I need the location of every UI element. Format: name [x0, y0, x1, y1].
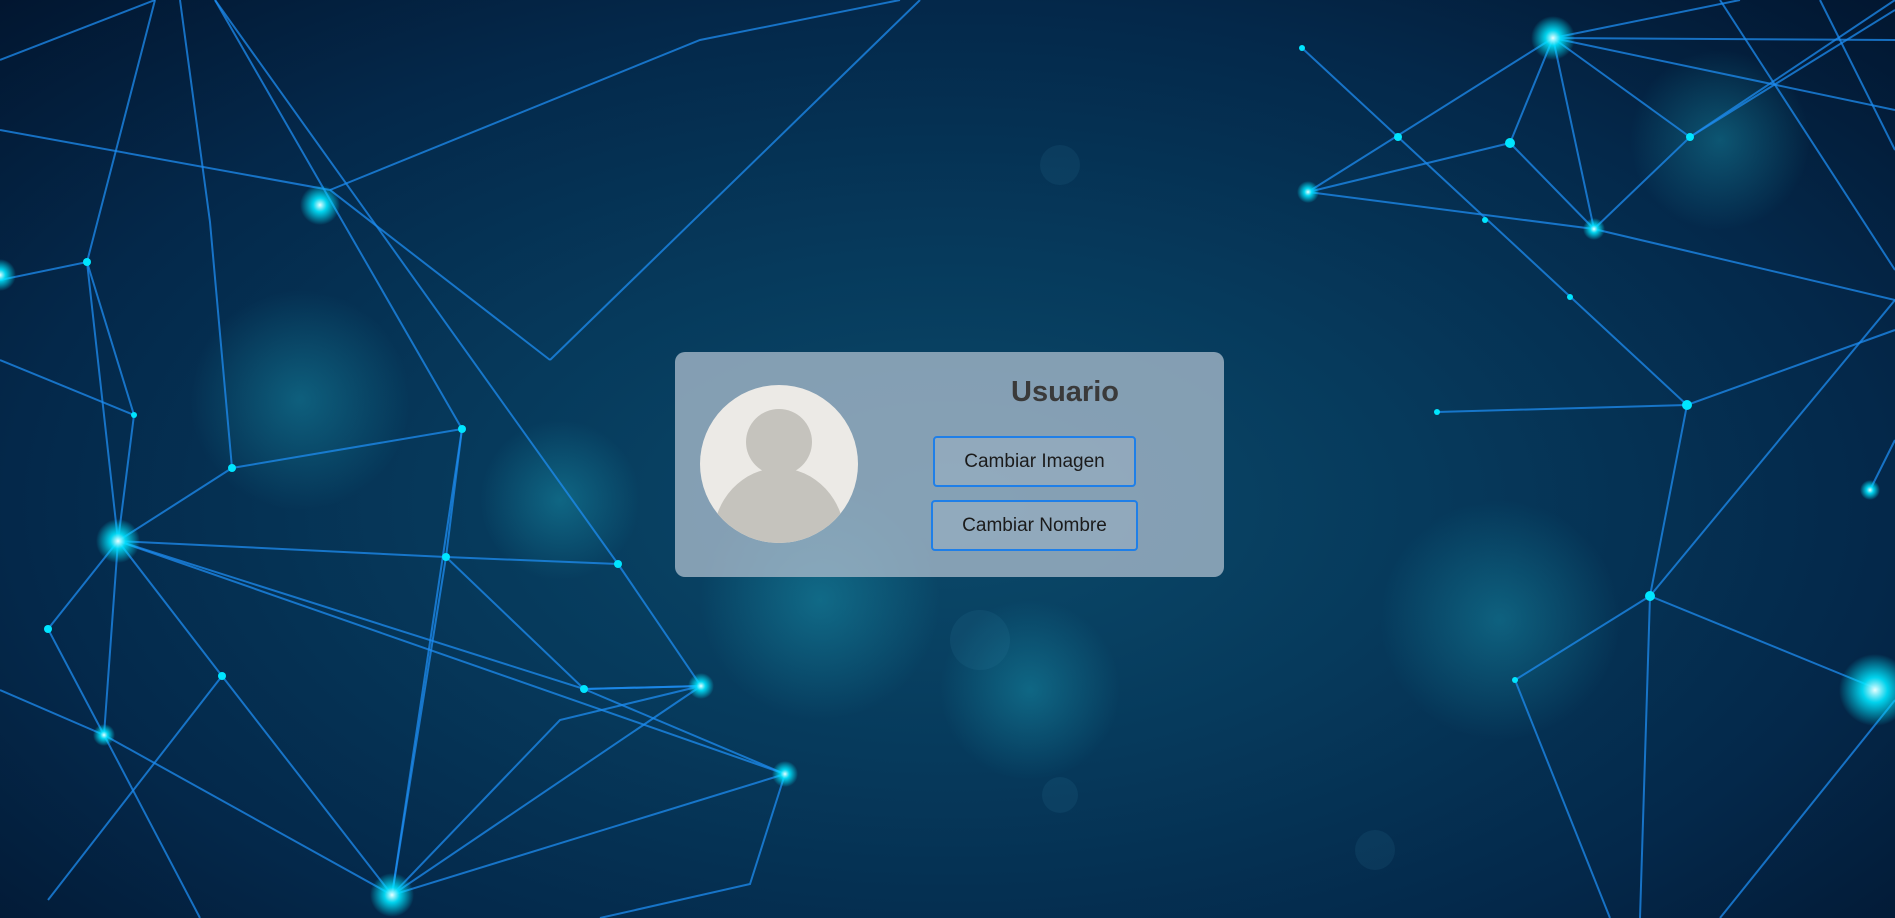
- user-placeholder-icon: [700, 385, 858, 543]
- change-image-button[interactable]: Cambiar Imagen: [933, 436, 1136, 487]
- change-name-button[interactable]: Cambiar Nombre: [931, 500, 1138, 551]
- user-profile-card: Usuario Cambiar Imagen Cambiar Nombre: [675, 352, 1224, 577]
- username-title: Usuario: [1011, 376, 1119, 408]
